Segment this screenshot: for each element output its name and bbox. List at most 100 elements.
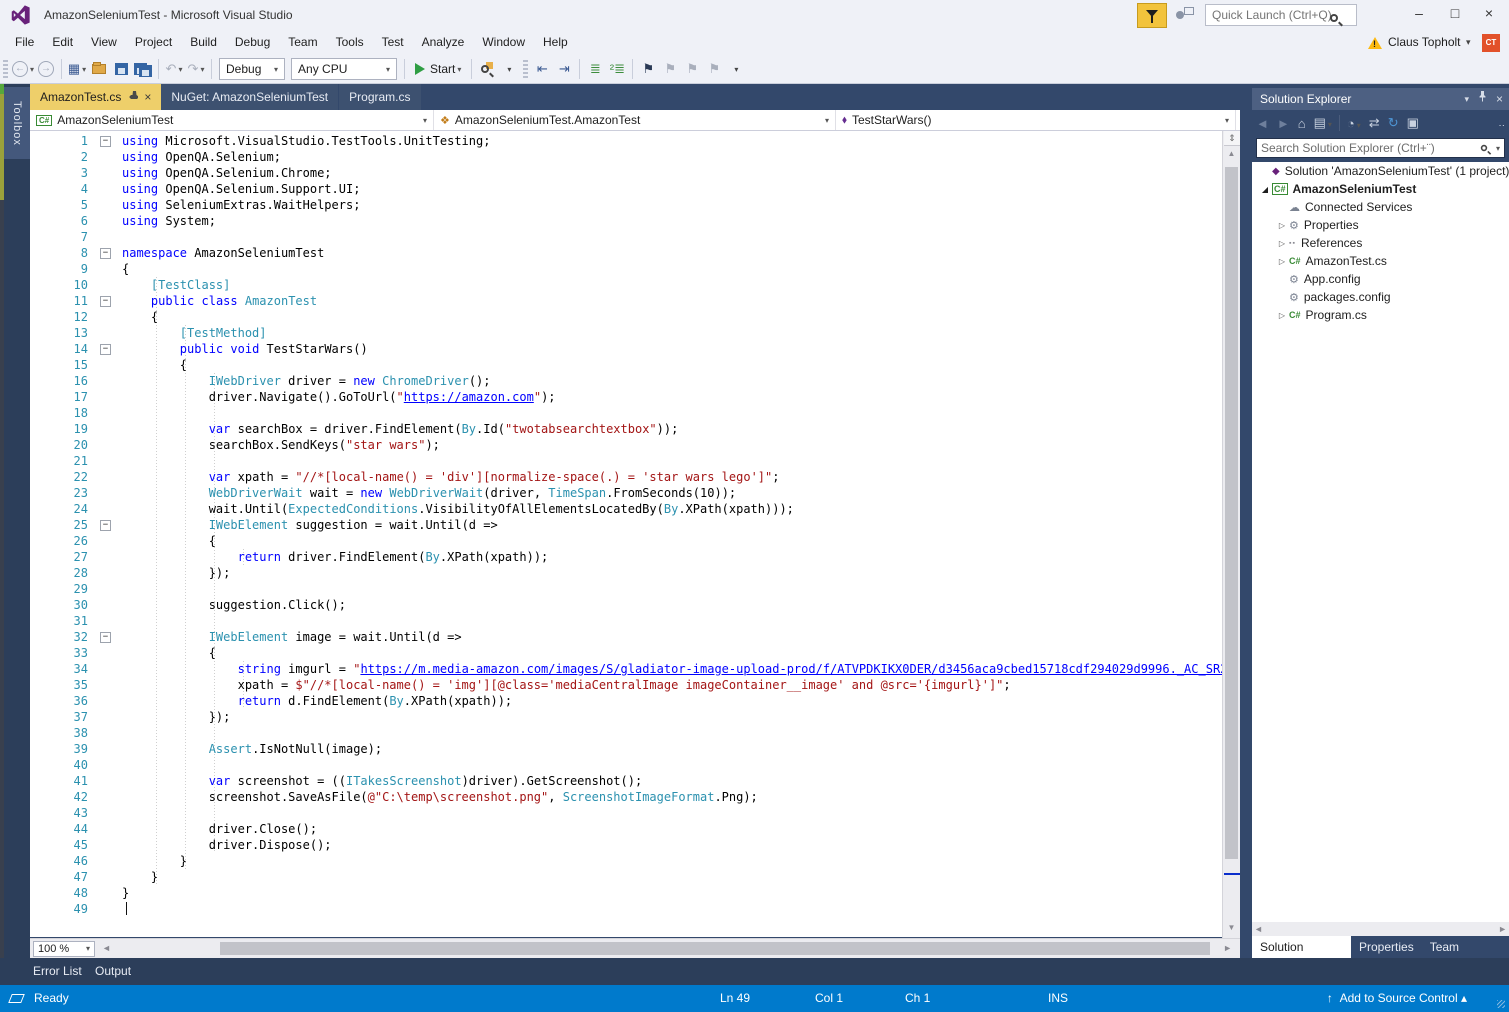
next-bookmark-icon[interactable]: ⚑ — [682, 58, 702, 80]
undo-icon[interactable]: ↶▾ — [164, 58, 184, 80]
menu-debug[interactable]: Debug — [226, 30, 279, 55]
status-character-number[interactable]: Ch 1 — [905, 985, 930, 1012]
code-line-33[interactable]: 33 { — [30, 645, 1222, 661]
code-line-3[interactable]: 3using OpenQA.Selenium.Chrome; — [30, 165, 1222, 181]
collapse-region-icon[interactable]: − — [100, 136, 111, 147]
status-column-number[interactable]: Col 1 — [815, 985, 843, 1012]
feedback-filter-button[interactable] — [1137, 3, 1167, 28]
code-line-6[interactable]: 6using System; — [30, 213, 1222, 229]
user-dropdown-icon[interactable]: ▾ — [1466, 30, 1471, 55]
scroll-right-icon[interactable]: ► — [1498, 924, 1507, 934]
panel-tab-team-explorer[interactable]: Team Explorer — [1422, 936, 1509, 958]
code-editor[interactable]: 1−using Microsoft.VisualStudio.TestTools… — [30, 131, 1222, 937]
account-warning-icon[interactable] — [1368, 37, 1382, 49]
refresh-icon[interactable]: ↻ — [1388, 115, 1399, 131]
code-line-48[interactable]: 48} — [30, 885, 1222, 901]
solution-configuration-dropdown[interactable]: Debug▾ — [219, 58, 285, 80]
code-line-14[interactable]: 14− public void TestStarWars() — [30, 341, 1222, 357]
doc-tab-program-cs[interactable]: Program.cs — [339, 84, 420, 110]
code-line-13[interactable]: 13 [TestMethod] — [30, 325, 1222, 341]
bottom-tab-output[interactable]: Output — [95, 958, 131, 984]
editor-vertical-scrollbar[interactable]: ⇕ ▲ ▼ — [1222, 131, 1240, 938]
menu-help[interactable]: Help — [534, 30, 577, 55]
collapse-region-icon[interactable]: − — [100, 632, 111, 643]
add-to-source-control-button[interactable]: ↑ Add to Source Control ▴ — [1327, 985, 1467, 1012]
menu-analyze[interactable]: Analyze — [413, 30, 474, 55]
bottom-tab-error-list[interactable]: Error List — [33, 958, 82, 984]
panel-tab-properties[interactable]: Properties — [1351, 936, 1422, 958]
preview-selected-items-icon[interactable]: ▣ — [1407, 115, 1419, 131]
editor-horizontal-scrollbar[interactable]: 100 %▾ ◄ ► — [30, 938, 1240, 958]
send-feedback-icon[interactable] — [1176, 7, 1194, 23]
toolbar-grip[interactable] — [523, 60, 528, 78]
code-line-46[interactable]: 46 } — [30, 853, 1222, 869]
window-position-icon[interactable]: ▾ — [1464, 88, 1469, 110]
back-icon[interactable]: ◄ — [1256, 116, 1269, 131]
uncomment-lines-icon[interactable]: ²≣ — [607, 58, 627, 80]
code-line-27[interactable]: 27 return driver.FindElement(By.XPath(xp… — [30, 549, 1222, 565]
code-line-22[interactable]: 22 var xpath = "//*[local-name() = 'div'… — [30, 469, 1222, 485]
toolbar-grip[interactable] — [3, 60, 8, 78]
code-line-21[interactable]: 21 — [30, 453, 1222, 469]
tree-item-program-cs[interactable]: ▷C#Program.cs — [1252, 306, 1509, 324]
scroll-left-icon[interactable]: ◄ — [1254, 924, 1263, 934]
code-line-19[interactable]: 19 var searchBox = driver.FindElement(By… — [30, 421, 1222, 437]
pin-icon[interactable] — [129, 90, 138, 104]
find-in-files-icon[interactable] — [477, 58, 497, 80]
solution-platform-dropdown[interactable]: Any CPU▾ — [291, 58, 397, 80]
toggle-bookmark-icon[interactable]: ⚑ — [638, 58, 658, 80]
editor-zoom-dropdown[interactable]: 100 %▾ — [33, 941, 95, 957]
code-line-10[interactable]: 10 [TestClass] — [30, 277, 1222, 293]
close-button[interactable]: × — [1472, 0, 1506, 28]
open-file-icon[interactable] — [89, 58, 109, 80]
scroll-up-icon[interactable]: ▲ — [1223, 149, 1240, 158]
code-line-8[interactable]: 8−namespace AmazonSeleniumTest — [30, 245, 1222, 261]
tree-item-amazontest-cs[interactable]: ▷C#AmazonTest.cs — [1252, 252, 1509, 270]
solution-explorer-scrollbar[interactable]: ◄ ► — [1252, 922, 1509, 936]
code-line-43[interactable]: 43 — [30, 805, 1222, 821]
member-dropdown[interactable]: ⬧ TestStarWars() ▾ — [836, 110, 1236, 130]
status-insert-mode[interactable]: INS — [1048, 985, 1068, 1012]
navigate-back-icon[interactable]: ←▾ — [12, 58, 34, 80]
code-line-41[interactable]: 41 var screenshot = ((ITakesScreenshot)d… — [30, 773, 1222, 789]
tree-item-connected-services[interactable]: ☁Connected Services — [1252, 198, 1509, 216]
code-line-37[interactable]: 37 }); — [30, 709, 1222, 725]
clear-bookmarks-icon[interactable]: ⚑ — [704, 58, 724, 80]
code-line-9[interactable]: 9{ — [30, 261, 1222, 277]
type-dropdown[interactable]: ❖ AmazonSeleniumTest.AmazonTest ▾ — [434, 110, 836, 130]
pending-changes-filter-icon[interactable]: ◔▾ — [1347, 116, 1361, 131]
code-line-42[interactable]: 42 screenshot.SaveAsFile(@"C:\temp\scree… — [30, 789, 1222, 805]
code-line-15[interactable]: 15 { — [30, 357, 1222, 373]
code-line-12[interactable]: 12 { — [30, 309, 1222, 325]
menu-team[interactable]: Team — [279, 30, 326, 55]
collapse-region-icon[interactable]: − — [100, 296, 111, 307]
scroll-left-icon[interactable]: ◄ — [102, 943, 111, 953]
tree-item-references[interactable]: ▷▪▪References — [1252, 234, 1509, 252]
status-line-number[interactable]: Ln 49 — [720, 985, 750, 1012]
scroll-right-icon[interactable]: ► — [1223, 943, 1232, 953]
horizontal-scrollbar-thumb[interactable] — [220, 942, 1210, 955]
title-bar[interactable]: AmazonSeleniumTest - Microsoft Visual St… — [0, 0, 1509, 30]
code-line-17[interactable]: 17 driver.Navigate().GoToUrl("https://am… — [30, 389, 1222, 405]
code-line-7[interactable]: 7 — [30, 229, 1222, 245]
menu-test[interactable]: Test — [373, 30, 413, 55]
code-line-45[interactable]: 45 driver.Dispose(); — [30, 837, 1222, 853]
menu-view[interactable]: View — [82, 30, 126, 55]
tree-item-solution-amazonseleniumtest-1-project[interactable]: ◆Solution 'AmazonSeleniumTest' (1 projec… — [1252, 162, 1509, 180]
signed-in-user[interactable]: Claus Topholt — [1388, 30, 1461, 55]
toolbox-tab[interactable]: Toolbox — [4, 87, 30, 159]
toolbar-overflow-icon[interactable]: ‥ — [1498, 118, 1505, 129]
code-line-39[interactable]: 39 Assert.IsNotNull(image); — [30, 741, 1222, 757]
solution-explorer-search[interactable]: Search Solution Explorer (Ctrl+¨) ▾ — [1256, 138, 1505, 158]
scroll-down-icon[interactable]: ▼ — [1223, 923, 1240, 932]
code-line-38[interactable]: 38 — [30, 725, 1222, 741]
code-line-35[interactable]: 35 xpath = $"//*[local-name() = 'img'][@… — [30, 677, 1222, 693]
toolbar-overflow-icon[interactable]: ▾ — [726, 58, 746, 80]
project-dropdown[interactable]: C# AmazonSeleniumTest ▾ — [30, 110, 434, 130]
tree-expand-icon[interactable]: ◢ — [1258, 185, 1272, 194]
code-line-23[interactable]: 23 WebDriverWait wait = new WebDriverWai… — [30, 485, 1222, 501]
resize-grip[interactable] — [1497, 1000, 1505, 1008]
tree-item-app-config[interactable]: ⚙App.config — [1252, 270, 1509, 288]
solution-explorer-header[interactable]: Solution Explorer ▾ × — [1252, 88, 1509, 110]
tree-expand-icon[interactable]: ▷ — [1275, 311, 1289, 320]
